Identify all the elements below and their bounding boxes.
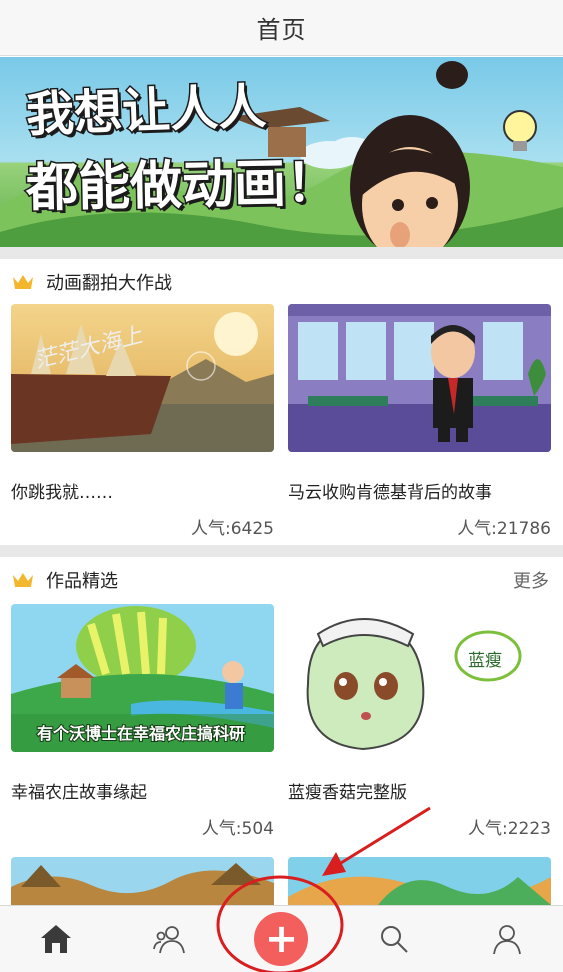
tab-create[interactable]: + <box>251 909 311 969</box>
tab-friends[interactable] <box>139 909 199 969</box>
search-icon <box>381 926 408 953</box>
video-card[interactable]: 马云收购肯德基背后的故事 人气:21786 <box>288 304 551 539</box>
tab-profile[interactable] <box>477 909 537 969</box>
create-button[interactable]: + <box>254 912 309 966</box>
popularity-count: 人气:2223 <box>468 819 551 839</box>
crown-icon <box>13 275 33 289</box>
banner-slogan-line2: 都能做动画！ <box>24 152 340 220</box>
section-header-remake: 动画翻拍大作战 <box>0 260 563 304</box>
promo-banner[interactable]: 我想让人人 都能做动画！ <box>0 57 563 247</box>
friends-icon <box>152 926 185 954</box>
top-nav-bar: 首页 <box>0 0 563 56</box>
popularity-count: 人气:6425 <box>191 519 274 539</box>
video-title: 幸福农庄故事缘起 <box>11 783 147 803</box>
profile-icon <box>492 925 521 955</box>
tab-search[interactable] <box>364 909 424 969</box>
video-card[interactable]: 茫茫大海上 你跳我就…… 人气:6425 <box>11 304 274 539</box>
tab-home[interactable] <box>26 909 86 969</box>
plus-icon: + <box>264 916 299 962</box>
video-title: 马云收购肯德基背后的故事 <box>288 483 492 503</box>
section-divider <box>0 247 563 259</box>
video-title: 你跳我就…… <box>11 483 113 503</box>
section-title: 动画翻拍大作战 <box>46 273 172 294</box>
popularity-count: 人气:21786 <box>457 519 551 539</box>
video-thumbnail[interactable]: 蓝瘦 <box>288 604 551 752</box>
video-thumbnail[interactable] <box>288 304 551 452</box>
section-title: 作品精选 <box>46 571 118 592</box>
section-header-featured: 作品精选 更多 <box>0 558 563 602</box>
video-title: 蓝瘦香菇完整版 <box>288 783 407 803</box>
popularity-count: 人气:504 <box>201 819 274 839</box>
video-thumbnail-partial[interactable] <box>288 857 551 905</box>
banner-slogan-line1: 我想让人人 <box>24 77 269 144</box>
video-card[interactable]: 蓝瘦 蓝瘦香菇完整版 人气:2223 <box>288 604 551 839</box>
crown-icon <box>13 573 33 587</box>
bottom-tab-bar: + <box>0 905 563 972</box>
video-thumbnail-partial[interactable] <box>11 857 274 905</box>
section-divider <box>0 545 563 557</box>
thumbnail-caption: 有个沃博士在幸福农庄搞科研 <box>36 723 246 744</box>
speech-bubble-text: 蓝瘦 <box>468 651 502 671</box>
page-title: 首页 <box>256 16 307 44</box>
video-card[interactable]: 有个沃博士在幸福农庄搞科研 幸福农庄故事缘起 人气:504 <box>11 604 274 839</box>
more-link[interactable]: 更多 <box>513 567 551 593</box>
home-icon <box>41 925 72 953</box>
video-thumbnail[interactable]: 有个沃博士在幸福农庄搞科研 <box>11 604 274 752</box>
video-thumbnail[interactable]: 茫茫大海上 <box>11 304 274 452</box>
